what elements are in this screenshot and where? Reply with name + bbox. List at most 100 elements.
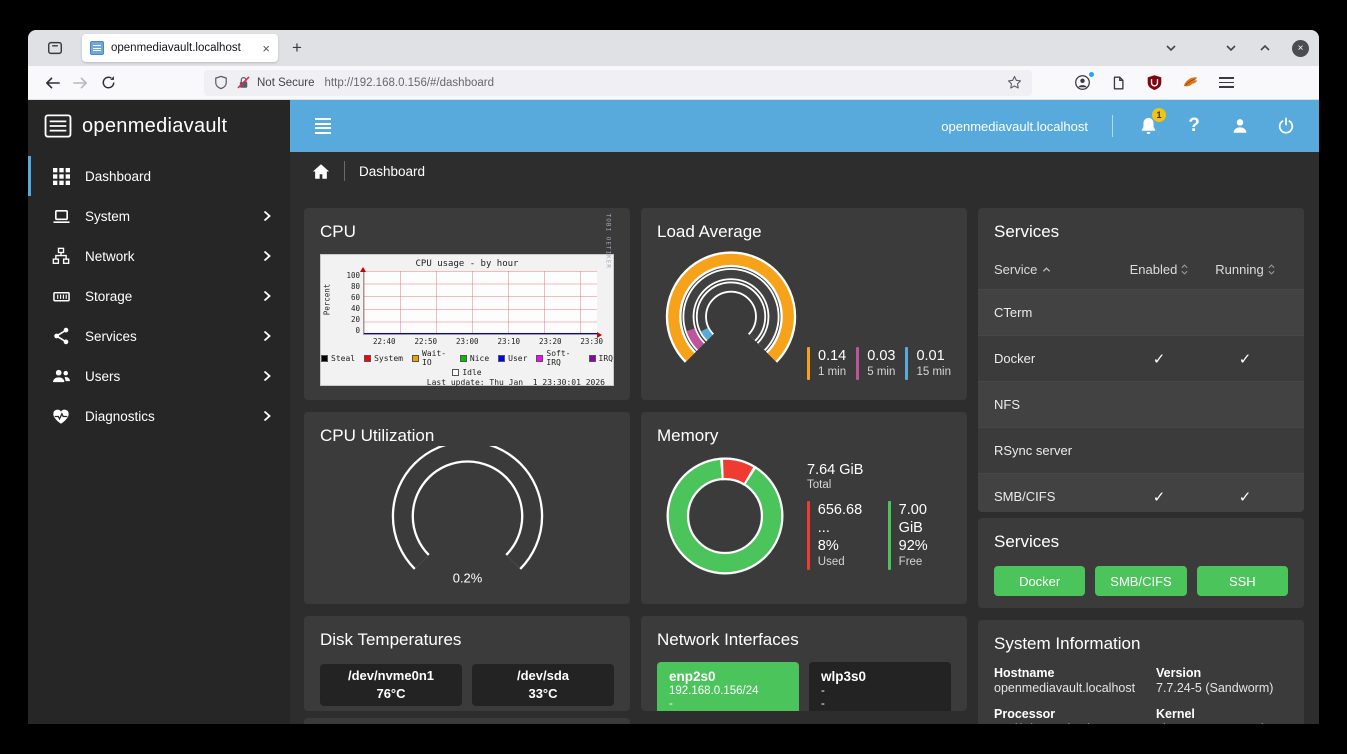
column-header-service[interactable]: Service xyxy=(994,262,1116,277)
interface-address: - xyxy=(821,685,939,697)
extension-button[interactable] xyxy=(1104,70,1132,96)
sidebar-item-network[interactable]: Network xyxy=(28,236,290,276)
load-legend-item: 0.14 1 min xyxy=(807,347,846,380)
column-header-running[interactable]: Running xyxy=(1202,262,1288,277)
table-row: NFS xyxy=(978,381,1304,427)
chevron-right-icon xyxy=(262,370,272,382)
back-button[interactable] xyxy=(38,70,66,96)
interface-extra: - xyxy=(669,698,787,710)
cpu-utilization-value: 0.2% xyxy=(452,571,482,586)
card-title: CPU xyxy=(320,222,614,242)
service-button-ssh[interactable]: SSH xyxy=(1197,566,1288,596)
power-icon xyxy=(1277,117,1295,135)
firefox-view-button[interactable] xyxy=(42,35,68,61)
card-title: Network Interfaces xyxy=(657,630,951,650)
sidebar-item-users[interactable]: Users xyxy=(28,356,290,396)
brand-name: openmediavault xyxy=(82,115,227,138)
reload-button[interactable] xyxy=(94,70,122,96)
new-tab-button[interactable]: + xyxy=(292,38,302,58)
interface-name: wlp3s0 xyxy=(821,669,939,684)
ublock-origin-button[interactable] xyxy=(1140,70,1168,96)
breadcrumb-label: Dashboard xyxy=(359,164,425,179)
rrdtool-watermark: RRDTOOL / TOBI OETIKER xyxy=(604,208,611,269)
browser-tab[interactable]: openmediavault.localhost × xyxy=(82,34,278,62)
service-name: SMB/CIFS xyxy=(994,489,1116,504)
sidebar-toggle-button[interactable] xyxy=(312,115,334,137)
url-text[interactable]: http://192.168.0.156/#/dashboard xyxy=(325,77,1007,89)
check-icon: ✓ xyxy=(1153,350,1166,368)
url-bar[interactable]: Not Secure http://192.168.0.156/#/dashbo… xyxy=(204,70,1032,96)
column-header-enabled[interactable]: Enabled xyxy=(1116,262,1202,277)
network-interface-item: wlp3s0 - - xyxy=(809,662,951,711)
card-title: Services xyxy=(994,222,1288,242)
window-close-button[interactable]: × xyxy=(1292,40,1309,57)
sysinfo-field: Hostname openmediavault.localhost xyxy=(994,666,1142,695)
legend-swatch xyxy=(412,355,419,362)
account-button[interactable] xyxy=(1068,70,1096,96)
insecure-lock-icon[interactable] xyxy=(236,75,251,90)
service-button-smbcifs[interactable]: SMB/CIFS xyxy=(1095,566,1186,596)
extension2-button[interactable] xyxy=(1176,70,1204,96)
brand: openmediavault xyxy=(28,100,290,152)
chevron-up-icon xyxy=(1258,41,1272,55)
arrow-left-icon xyxy=(44,76,61,90)
sidebar-item-system[interactable]: System xyxy=(28,196,290,236)
service-name: NFS xyxy=(994,397,1116,412)
user-menu-button[interactable] xyxy=(1229,115,1251,137)
graph-xticks: 22:4022:50 23:0023:10 23:2023:30 xyxy=(373,337,603,346)
window-minimize-button[interactable] xyxy=(1224,41,1238,55)
person-icon xyxy=(1231,117,1249,135)
forward-button[interactable] xyxy=(66,70,94,96)
disk-name: /dev/nvme0n1 xyxy=(348,667,434,685)
storage-icon xyxy=(51,286,71,306)
heart-pulse-icon xyxy=(51,406,71,426)
sidebar: openmediavault Dashboard xyxy=(28,100,290,724)
interface-extra: - xyxy=(821,698,939,710)
shield-permissions-icon[interactable] xyxy=(214,75,228,90)
omv-logo-icon xyxy=(44,114,72,138)
menu-button[interactable] xyxy=(1212,70,1240,96)
bookmark-star-icon[interactable] xyxy=(1007,75,1022,90)
service-button-docker[interactable]: Docker xyxy=(994,566,1085,596)
share-icon xyxy=(51,326,71,346)
legend-bar xyxy=(856,347,859,380)
cpu-rrd-graph: CPU usage - by hour Percent 10080 6040 2… xyxy=(320,254,614,386)
list-all-tabs-button[interactable] xyxy=(1164,41,1178,55)
home-icon[interactable] xyxy=(312,163,330,180)
sidebar-item-label: Services xyxy=(85,329,262,344)
browser-tab-bar: openmediavault.localhost × + × xyxy=(28,30,1319,66)
column-1: CPU CPU usage - by hour Percent 10080 60… xyxy=(304,208,630,724)
sidebar-item-storage[interactable]: Storage xyxy=(28,276,290,316)
load-average-card: Load Average xyxy=(641,208,967,400)
extension2-icon xyxy=(1182,74,1199,91)
window-maximize-button[interactable] xyxy=(1258,41,1272,55)
column-3: Services Service Enabled xyxy=(978,208,1304,724)
service-name: CTerm xyxy=(994,305,1116,320)
firefox-view-icon xyxy=(46,39,64,57)
table-row: RSync server xyxy=(978,427,1304,473)
cpu-utilization-card: CPU Utilization 0.2% xyxy=(304,412,630,604)
dashboard-grid-icon xyxy=(51,166,71,186)
sidebar-item-diagnostics[interactable]: Diagnostics xyxy=(28,396,290,436)
network-interface-item: enp2s0 192.168.0.156/24 - xyxy=(657,662,799,711)
service-name: RSync server xyxy=(994,443,1116,458)
logout-button[interactable] xyxy=(1275,115,1297,137)
notifications-button[interactable]: 1 xyxy=(1137,115,1159,137)
sort-asc-icon xyxy=(1042,266,1051,273)
sidebar-item-services[interactable]: Services xyxy=(28,316,290,356)
help-button[interactable]: ? xyxy=(1183,115,1205,137)
browser-toolbar: Not Secure http://192.168.0.156/#/dashbo… xyxy=(28,66,1319,100)
sidebar-item-dashboard[interactable]: Dashboard xyxy=(28,156,290,196)
site-favicon xyxy=(90,41,104,55)
graph-legend-idle: Idle xyxy=(321,368,613,377)
sysinfo-field: Kernel Linux 6.1.0-41-amd64 xyxy=(1156,707,1288,724)
legend-swatch xyxy=(460,355,467,362)
table-row: Docker ✓ ✓ xyxy=(978,335,1304,381)
legend-swatch xyxy=(589,355,596,362)
disk-temp: 33°C xyxy=(528,685,557,703)
tab-title: openmediavault.localhost xyxy=(111,42,256,54)
tab-close-icon[interactable]: × xyxy=(262,41,270,56)
legend-swatch xyxy=(536,355,543,362)
legend-swatch xyxy=(498,355,505,362)
graph-legend: Steal System Wait-IO Nice User Soft-IRQ … xyxy=(321,349,613,367)
